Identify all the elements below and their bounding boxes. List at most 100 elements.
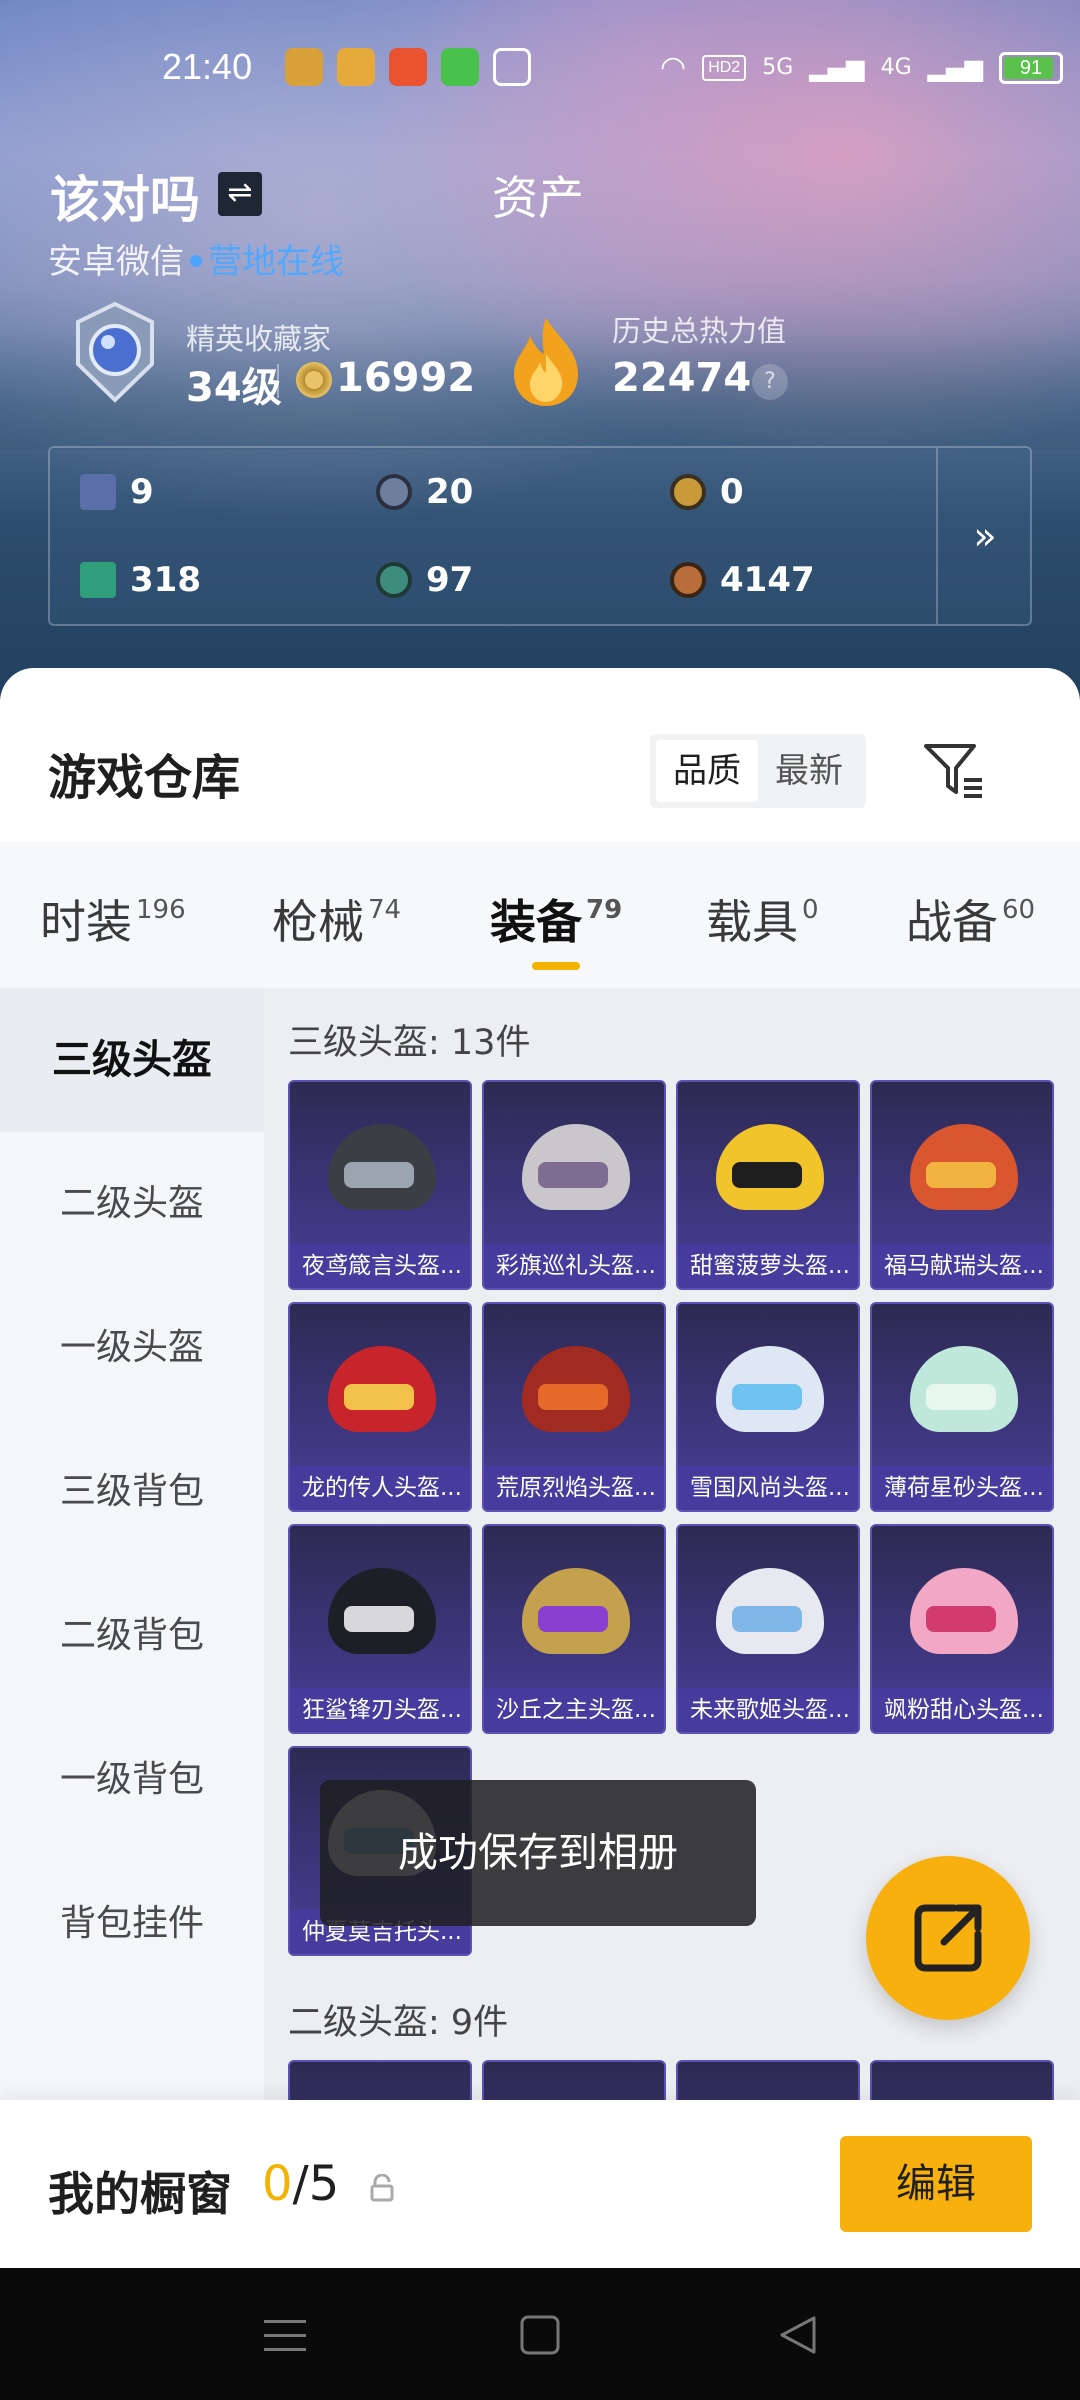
item-card[interactable]: 甜蜜菠萝头盔...: [676, 1080, 860, 1290]
item-card[interactable]: 荒原烈焰头盔...: [482, 1302, 666, 1512]
toast-message: 成功保存到相册: [320, 1780, 756, 1926]
helmet-icon: [522, 1560, 630, 1660]
showcase-total: /5: [292, 2156, 340, 2212]
username[interactable]: 该对吗: [50, 160, 200, 232]
item-card[interactable]: 狂鲨锋刃头盔...: [288, 1524, 472, 1734]
hd-voice-icon: HD2: [702, 54, 747, 81]
helmet-icon: [716, 1338, 824, 1438]
tab-supplies[interactable]: 战备 60: [906, 886, 1035, 952]
sidebar-item-level1-backpack[interactable]: 一级背包: [0, 1708, 264, 1852]
rank-title: 精英收藏家: [186, 322, 332, 356]
currency-panel[interactable]: 9 20 0 318 97 4147 »: [48, 446, 1032, 626]
item-card[interactable]: 彩旗巡礼头盔...: [482, 1080, 666, 1290]
currency-item: 318: [80, 560, 201, 600]
sidebar-item-level1-helmet[interactable]: 一级头盔: [0, 1276, 264, 1420]
heat-value: 22474: [612, 355, 752, 401]
helmet-visor: [344, 1384, 414, 1410]
item-card[interactable]: 未来歌姬头盔...: [676, 1524, 860, 1734]
online-dot-icon: [190, 255, 202, 267]
system-indicators: ◠ HD2 5G ▂▄▆ 4G ▂▄▆ 91 ⚡: [660, 50, 1080, 85]
item-name: 福马献瑞头盔...: [872, 1244, 1052, 1288]
filter-icon[interactable]: [922, 740, 986, 800]
expand-currencies-button[interactable]: »: [936, 448, 1032, 624]
signal-bars-icon: ▂▄▆: [809, 53, 865, 82]
helmet-visor: [732, 1162, 802, 1188]
currency-item: 9: [80, 472, 154, 512]
share-button[interactable]: [866, 1856, 1030, 2020]
sidebar-item-level2-backpack[interactable]: 二级背包: [0, 1564, 264, 1708]
a-coin-icon: [670, 474, 706, 510]
helmet-icon: [522, 1338, 630, 1438]
system-navigation-bar: [0, 2268, 1080, 2400]
currency-item: 20: [376, 472, 473, 512]
back-icon[interactable]: [772, 2308, 826, 2362]
warehouse-sheet: 游戏仓库 品质 最新 时装 196 枪械 74 装备 79 载具 0 战备 60 三级头盔…: [0, 668, 1080, 2400]
item-card[interactable]: 沙丘之主头盔...: [482, 1524, 666, 1734]
sort-toggle: 品质 最新: [650, 734, 866, 808]
showcase-count: 0/5: [262, 2156, 339, 2212]
showcase-bar: 我的橱窗 0/5 编辑: [0, 2100, 1080, 2268]
currency-value: 20: [426, 472, 474, 512]
tab-weapons[interactable]: 枪械 74: [272, 886, 401, 952]
share-icon: [914, 1904, 982, 1972]
category-tabs: 时装 196 枪械 74 装备 79 载具 0 战备 60: [0, 842, 1080, 988]
signal-5g-label: 5G: [762, 55, 794, 80]
helmet-visor: [344, 1606, 414, 1632]
help-icon[interactable]: ?: [752, 364, 788, 400]
helmet-visor: [538, 1162, 608, 1188]
helmet-icon: [910, 1560, 1018, 1660]
gold-coin-icon: [296, 362, 332, 398]
tab-count: 196: [136, 895, 186, 925]
platform-status: 安卓微信 营地在线: [48, 234, 344, 283]
currency-value: 4147: [720, 560, 815, 600]
rank-level: 34级: [186, 365, 282, 411]
item-card[interactable]: 龙的传人头盔...: [288, 1302, 472, 1512]
subcategory-sidebar: 三级头盔 二级头盔 一级头盔 三级背包 二级背包 一级背包 背包挂件: [0, 988, 264, 2128]
status-bar: 21:40 ◠ HD2 5G ▂▄▆ 4G ▂▄▆ 91 ⚡: [0, 40, 1080, 96]
wifi-icon: ◠: [660, 50, 687, 85]
rank-badge-icon[interactable]: [70, 300, 160, 404]
section-title: 三级头盔: 13件: [288, 1023, 531, 1063]
signal-bars-icon: ▂▄▆: [927, 53, 984, 82]
tab-label: 枪械: [272, 895, 364, 949]
sidebar-item-backpack-charm[interactable]: 背包挂件: [0, 1852, 264, 1996]
helmet-visor: [732, 1384, 802, 1410]
battery-icon: 91: [999, 51, 1064, 84]
item-card[interactable]: 薄荷星砂头盔...: [870, 1302, 1054, 1512]
platform-label: 安卓微信: [48, 242, 184, 282]
item-card[interactable]: 飒粉甜心头盔...: [870, 1524, 1054, 1734]
item-card[interactable]: 福马献瑞头盔...: [870, 1080, 1054, 1290]
tab-equipment[interactable]: 装备 79: [490, 886, 622, 952]
tab-label: 战备: [906, 895, 998, 949]
swap-icon[interactable]: ⇌: [218, 172, 262, 216]
helmet-visor: [538, 1606, 608, 1632]
currency-value: 318: [130, 560, 201, 600]
warehouse-title: 游戏仓库: [48, 750, 241, 806]
orb-icon: [376, 562, 412, 598]
tab-fashion[interactable]: 时装 196: [40, 886, 186, 952]
notification-icons: [285, 48, 531, 86]
helmet-icon: [716, 1116, 824, 1216]
currency-item: 0: [670, 472, 744, 512]
item-name: 荒原烈焰头盔...: [484, 1466, 664, 1510]
page-title: 资产: [492, 171, 584, 225]
item-card[interactable]: 雪国风尚头盔...: [676, 1302, 860, 1512]
sidebar-item-level3-backpack[interactable]: 三级背包: [0, 1420, 264, 1564]
flame-icon: [514, 318, 578, 406]
sort-quality-option[interactable]: 品质: [656, 740, 758, 802]
edit-button[interactable]: 编辑: [840, 2136, 1032, 2232]
card-icon: [80, 474, 116, 510]
app-notification-icon: [285, 48, 323, 86]
tab-vehicles[interactable]: 载具 0: [706, 886, 819, 952]
sidebar-item-level3-helmet[interactable]: 三级头盔: [0, 988, 264, 1132]
currency-value: 0: [720, 472, 744, 512]
tab-count: 74: [368, 895, 402, 925]
sidebar-item-level2-helmet[interactable]: 二级头盔: [0, 1132, 264, 1276]
menu-icon[interactable]: [258, 2308, 312, 2362]
item-name: 未来歌姬头盔...: [678, 1688, 858, 1732]
item-card[interactable]: 夜鸢箴言头盔...: [288, 1080, 472, 1290]
home-icon[interactable]: [513, 2308, 567, 2362]
sort-newest-option[interactable]: 最新: [758, 740, 860, 802]
status-time: 21:40: [162, 46, 253, 87]
item-name: 雪国风尚头盔...: [678, 1466, 858, 1510]
